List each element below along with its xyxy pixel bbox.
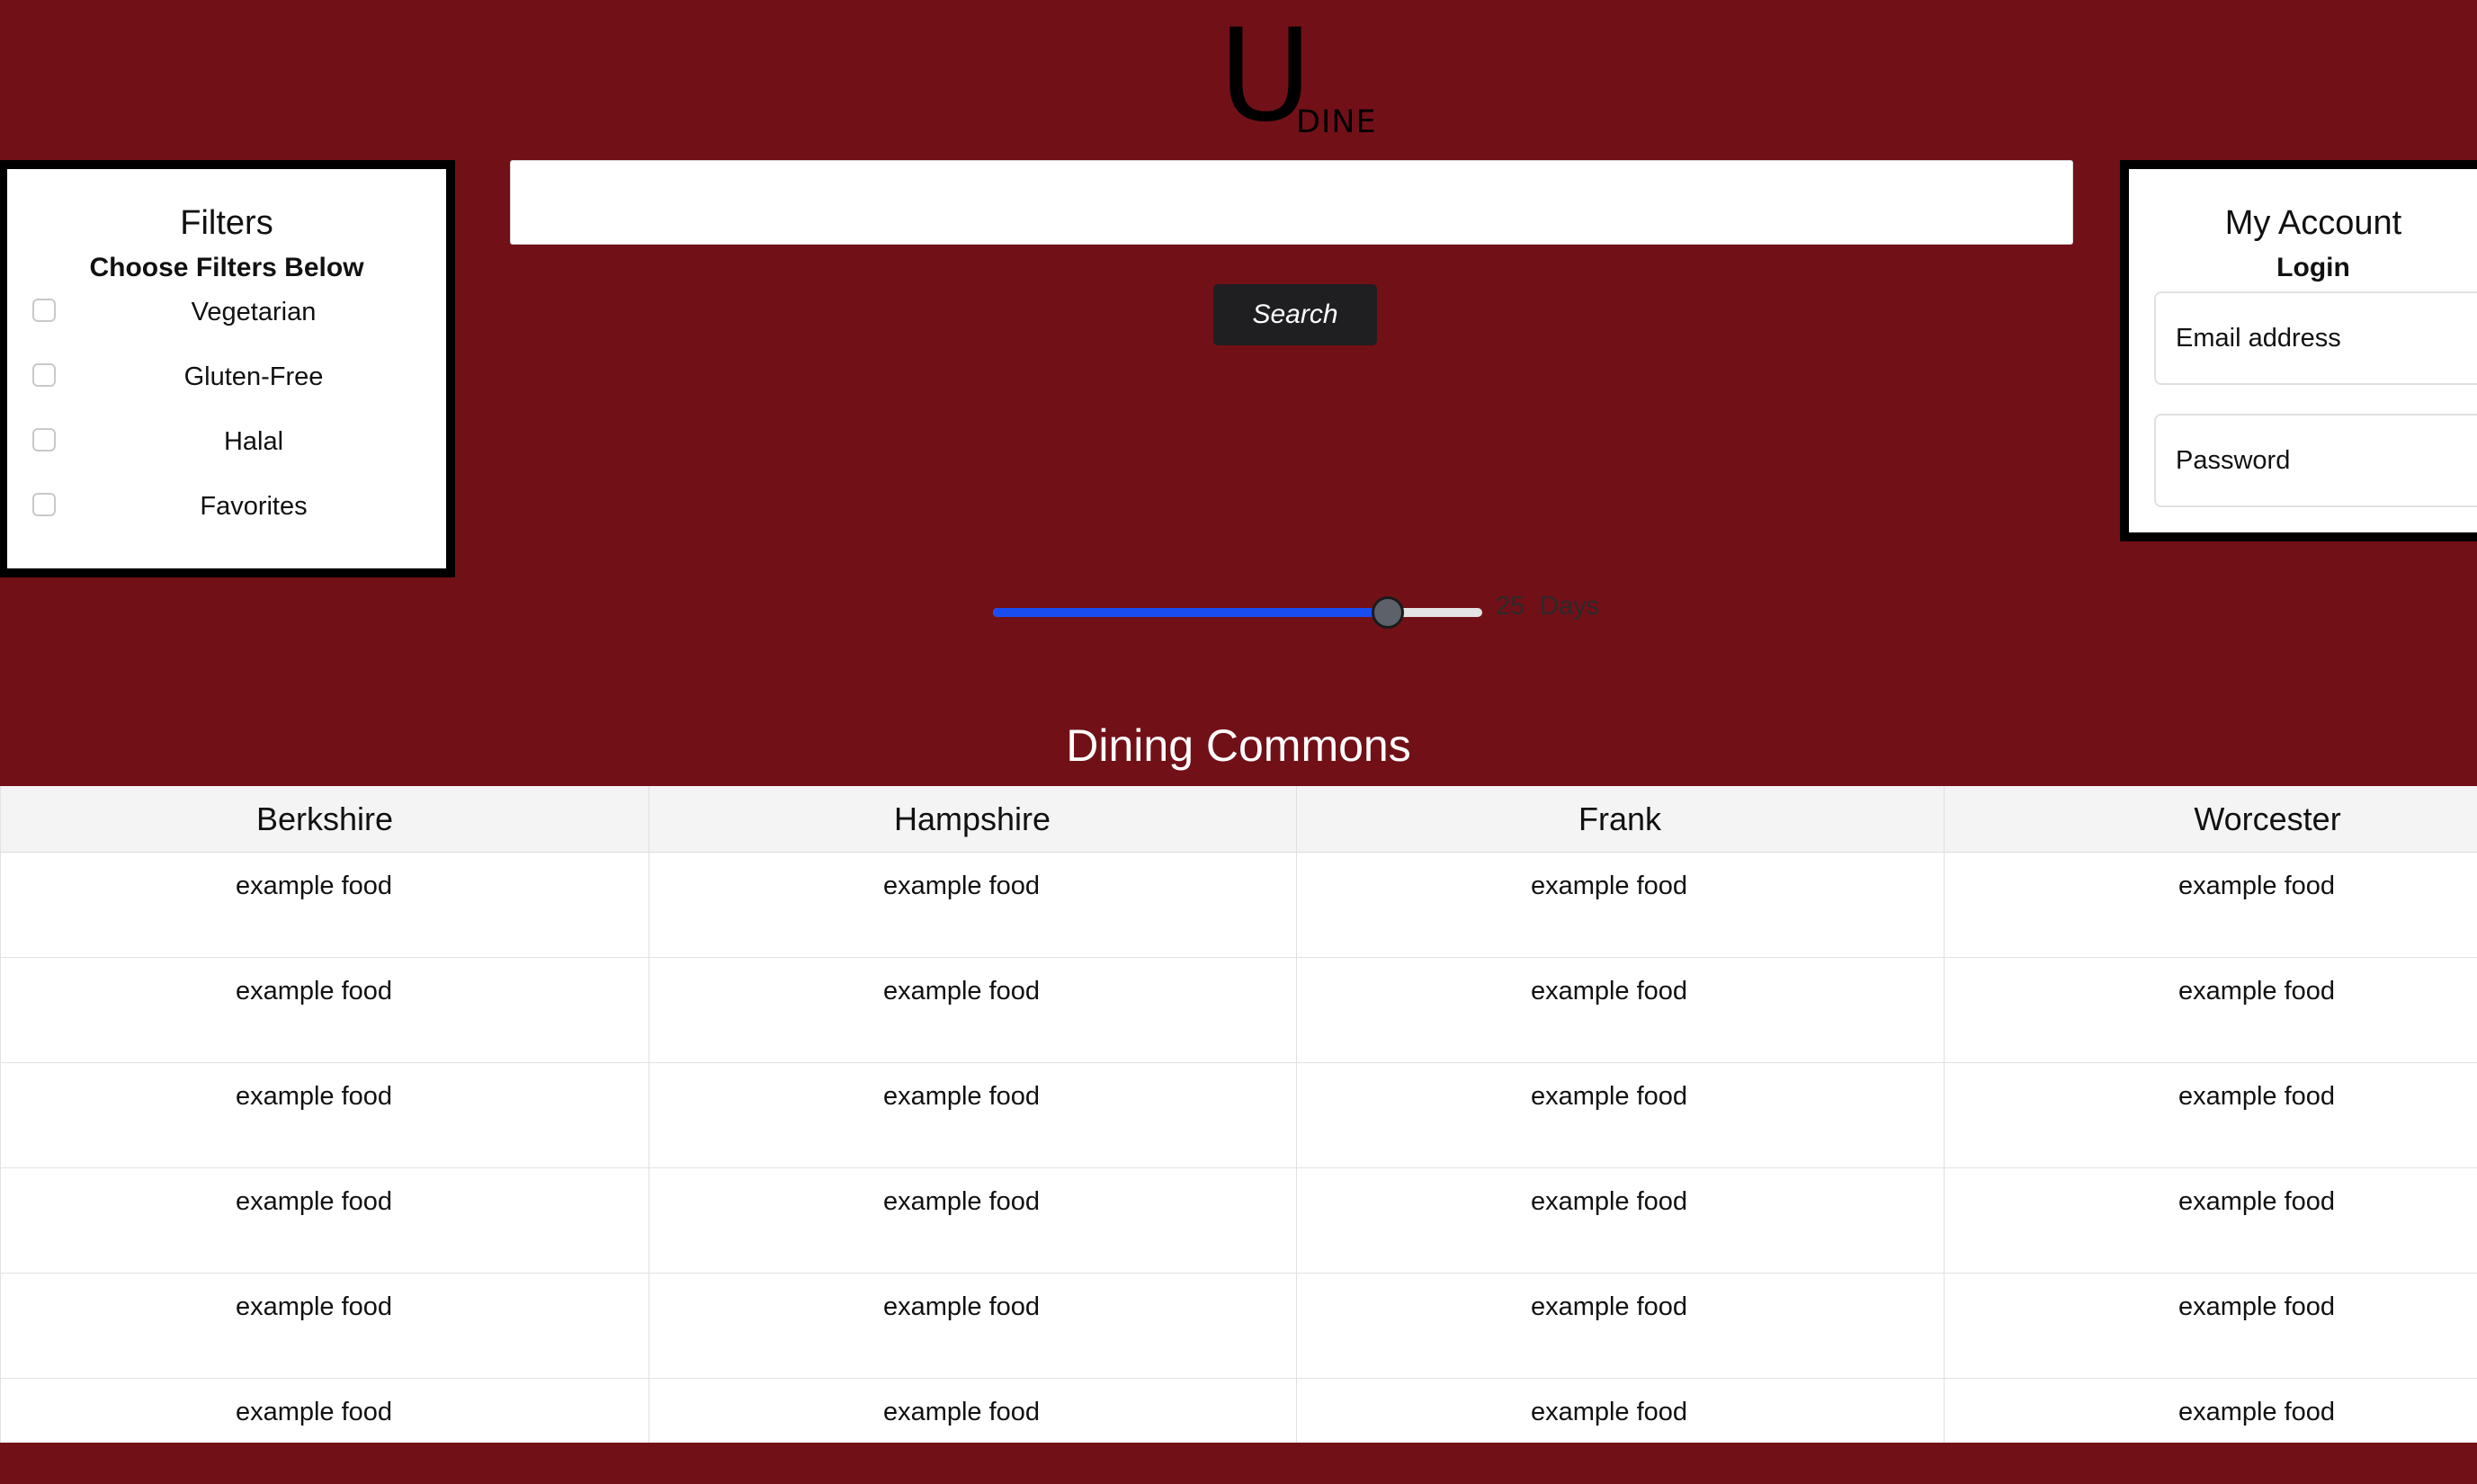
column-divider [1944, 786, 1945, 1443]
gluten-free-checkbox[interactable] [32, 363, 56, 387]
days-slider-fill [993, 608, 1388, 617]
table-cell: example food [1530, 1398, 1688, 1426]
logo-word: DINE [1296, 104, 1377, 140]
table-cell: example food [2177, 1292, 2336, 1321]
table-cell: example food [1530, 872, 1688, 900]
dining-table: Berkshire Hampshire Frank Worcester exam… [0, 786, 2477, 1443]
table-cell: example food [882, 977, 1041, 1006]
table-cell: example food [2177, 1082, 2336, 1111]
table-cell: example food [882, 1082, 1041, 1111]
filter-label: Vegetarian [191, 298, 317, 326]
dining-commons-title: Dining Commons [1066, 720, 1411, 771]
filter-label: Halal [223, 427, 284, 456]
email-field-label: Email address [2176, 324, 2341, 353]
filters-title: Filters [180, 204, 273, 242]
halal-checkbox[interactable] [32, 428, 56, 451]
table-cell: example food [2177, 1187, 2336, 1216]
column-header-worcester: Worcester [2194, 800, 2341, 837]
table-row: example food example food example food e… [1, 853, 2477, 958]
table-cell: example food [235, 1082, 393, 1111]
table-cell: example food [235, 1292, 393, 1321]
filters-subtitle: Choose Filters Below [89, 253, 364, 282]
filter-favorites[interactable]: Favorites [7, 484, 446, 529]
table-cell: example food [235, 872, 393, 900]
column-header-frank: Frank [1578, 800, 1662, 837]
filter-label: Favorites [200, 492, 308, 521]
table-row: example food example food example food e… [1, 1274, 2477, 1379]
email-field[interactable]: Email address [2154, 291, 2477, 385]
table-cell: example food [1530, 977, 1688, 1006]
table-cell: example food [1530, 1292, 1688, 1321]
days-slider-value: 25 [1496, 592, 1525, 621]
column-header-hampshire: Hampshire [893, 800, 1051, 837]
search-button[interactable]: Search [1213, 284, 1377, 345]
table-row: example food example food example food e… [1, 1063, 2477, 1168]
search-input[interactable] [510, 160, 2073, 245]
table-cell: example food [882, 1187, 1041, 1216]
table-cell: example food [882, 1398, 1041, 1426]
table-header: Berkshire Hampshire Frank Worcester [1, 786, 2477, 853]
table-cell: example food [235, 977, 393, 1006]
account-panel: My Account Login Email address Password [2120, 160, 2477, 541]
column-divider [648, 786, 649, 1443]
table-cell: example food [235, 1398, 393, 1426]
table-cell: example food [1530, 1187, 1688, 1216]
days-slider-track[interactable] [993, 608, 1482, 617]
table-row: example food example food example food e… [1, 1168, 2477, 1274]
table-cell: example food [882, 872, 1041, 900]
app-logo: U DINE [1219, 13, 1381, 148]
filter-label: Gluten-Free [183, 362, 324, 391]
table-cell: example food [2177, 872, 2336, 900]
favorites-checkbox[interactable] [32, 493, 56, 516]
password-field-label: Password [2176, 446, 2291, 475]
table-cell: example food [882, 1292, 1041, 1321]
table-cell: example food [2177, 1398, 2336, 1426]
account-title: My Account [2224, 204, 2402, 242]
filter-gluten-free[interactable]: Gluten-Free [7, 354, 446, 399]
table-cell: example food [1530, 1082, 1688, 1111]
column-header-berkshire: Berkshire [255, 800, 394, 837]
filter-vegetarian[interactable]: Vegetarian [7, 290, 446, 335]
table-cell: example food [235, 1187, 393, 1216]
days-slider-handle[interactable] [1371, 596, 1404, 629]
vegetarian-checkbox[interactable] [32, 299, 56, 322]
password-field[interactable]: Password [2154, 414, 2477, 507]
column-divider [1296, 786, 1297, 1443]
table-row: example food example food example food e… [1, 958, 2477, 1063]
filters-panel: Filters Choose Filters Below Vegetarian … [0, 160, 455, 577]
login-heading: Login [2276, 253, 2350, 282]
table-cell: example food [2177, 977, 2336, 1006]
filter-halal[interactable]: Halal [7, 419, 446, 464]
table-row: example food example food example food e… [1, 1379, 2477, 1484]
days-slider-unit: Days [1540, 592, 1600, 621]
